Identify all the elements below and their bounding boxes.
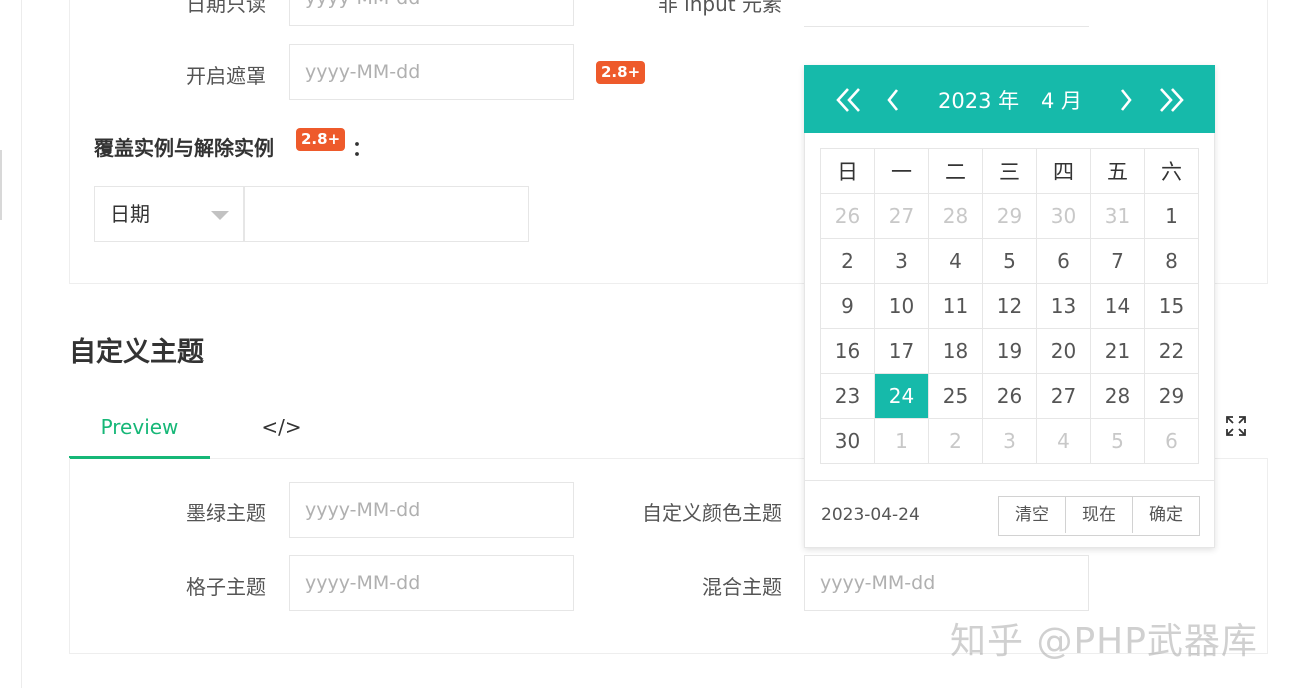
now-button[interactable]: 现在 bbox=[1065, 497, 1132, 533]
tab-code[interactable]: </> bbox=[239, 400, 324, 456]
day-cell[interactable]: 5 bbox=[1090, 418, 1145, 464]
clear-button[interactable]: 清空 bbox=[999, 497, 1065, 533]
day-cell[interactable]: 3 bbox=[874, 238, 929, 284]
next-month-icon[interactable] bbox=[1115, 65, 1135, 133]
day-cell-selected[interactable]: 24 bbox=[874, 373, 929, 419]
day-cell[interactable]: 1 bbox=[1144, 193, 1199, 239]
day-cell[interactable]: 4 bbox=[1036, 418, 1091, 464]
day-cell[interactable]: 19 bbox=[982, 328, 1037, 374]
green-theme-input[interactable]: yyyy-MM-dd bbox=[289, 482, 574, 538]
footer-button-group: 清空 现在 确定 bbox=[998, 496, 1200, 536]
week-row: 2 3 4 5 6 7 8 bbox=[820, 238, 1199, 284]
day-cell[interactable]: 16 bbox=[820, 328, 875, 374]
calendar-grid: 日 一 二 三 四 五 六 26 27 28 29 30 31 1 2 3 4 … bbox=[820, 148, 1199, 464]
day-cell[interactable]: 25 bbox=[928, 373, 983, 419]
readonly-date-input[interactable]: yyyy-MM-dd bbox=[289, 0, 574, 26]
weekday-sun: 日 bbox=[820, 148, 875, 194]
fullscreen-icon[interactable] bbox=[1225, 415, 1247, 437]
day-cell[interactable]: 21 bbox=[1090, 328, 1145, 374]
label-grid-theme: 格子主题 bbox=[186, 575, 266, 599]
non-input-underline[interactable] bbox=[804, 26, 1089, 27]
day-cell[interactable]: 2 bbox=[820, 238, 875, 284]
day-cell[interactable]: 29 bbox=[1144, 373, 1199, 419]
weekday-tue: 二 bbox=[928, 148, 983, 194]
day-cell[interactable]: 6 bbox=[1036, 238, 1091, 284]
confirm-button[interactable]: 确定 bbox=[1132, 497, 1199, 533]
day-cell[interactable]: 23 bbox=[820, 373, 875, 419]
weekday-mon: 一 bbox=[874, 148, 929, 194]
day-cell[interactable]: 15 bbox=[1144, 283, 1199, 329]
day-cell[interactable]: 9 bbox=[820, 283, 875, 329]
label-mixed-theme: 混合主题 bbox=[702, 575, 782, 599]
label-mask: 开启遮罩 bbox=[186, 64, 266, 88]
day-cell[interactable]: 14 bbox=[1090, 283, 1145, 329]
day-cell[interactable]: 18 bbox=[928, 328, 983, 374]
day-cell[interactable]: 20 bbox=[1036, 328, 1091, 374]
day-cell[interactable]: 31 bbox=[1090, 193, 1145, 239]
scroll-edge-mark bbox=[0, 150, 2, 220]
date-picker-header: 2023 年 4 月 bbox=[804, 65, 1215, 133]
page-left-border bbox=[21, 0, 22, 688]
grid-theme-input[interactable]: yyyy-MM-dd bbox=[289, 555, 574, 611]
cover-section-title: 覆盖实例与解除实例 bbox=[94, 136, 274, 160]
footer-selected-date: 2023-04-24 bbox=[821, 505, 920, 525]
cover-date-input[interactable] bbox=[244, 186, 529, 242]
prev-month-icon[interactable] bbox=[884, 65, 904, 133]
day-cell[interactable]: 28 bbox=[1090, 373, 1145, 419]
weekday-thu: 四 bbox=[1036, 148, 1091, 194]
day-cell[interactable]: 1 bbox=[874, 418, 929, 464]
week-row: 26 27 28 29 30 31 1 bbox=[820, 193, 1199, 239]
label-green-theme: 墨绿主题 bbox=[186, 501, 266, 525]
weekday-row: 日 一 二 三 四 五 六 bbox=[820, 148, 1199, 194]
day-cell[interactable]: 13 bbox=[1036, 283, 1091, 329]
label-custom-color-theme: 自定义颜色主题 bbox=[642, 501, 782, 525]
day-cell[interactable]: 5 bbox=[982, 238, 1037, 284]
weekday-fri: 五 bbox=[1090, 148, 1145, 194]
day-cell[interactable]: 4 bbox=[928, 238, 983, 284]
day-cell[interactable]: 26 bbox=[982, 373, 1037, 419]
day-cell[interactable]: 29 bbox=[982, 193, 1037, 239]
day-cell[interactable]: 17 bbox=[874, 328, 929, 374]
day-cell[interactable]: 27 bbox=[1036, 373, 1091, 419]
weekday-sat: 六 bbox=[1144, 148, 1199, 194]
day-cell[interactable]: 7 bbox=[1090, 238, 1145, 284]
month-label[interactable]: 4 月 bbox=[1041, 65, 1082, 133]
custom-theme-heading: 自定义主题 bbox=[69, 337, 204, 368]
label-non-input: 非 input 元素 bbox=[657, 0, 782, 16]
date-picker-footer: 2023-04-24 清空 现在 确定 bbox=[805, 480, 1214, 549]
cover-colon: ： bbox=[352, 136, 372, 160]
tab-preview[interactable]: Preview bbox=[69, 400, 210, 459]
day-cell[interactable]: 3 bbox=[982, 418, 1037, 464]
day-cell[interactable]: 6 bbox=[1144, 418, 1199, 464]
weekday-wed: 三 bbox=[982, 148, 1037, 194]
week-row: 16 17 18 19 20 21 22 bbox=[820, 328, 1199, 374]
week-row: 30 1 2 3 4 5 6 bbox=[820, 418, 1199, 464]
watermark: 知乎 @PHP武器库 bbox=[950, 621, 1258, 662]
day-cell[interactable]: 27 bbox=[874, 193, 929, 239]
day-cell[interactable]: 2 bbox=[928, 418, 983, 464]
label-readonly: 日期只读 bbox=[186, 0, 266, 16]
type-select[interactable]: 日期 bbox=[94, 186, 244, 242]
prev-year-icon[interactable] bbox=[834, 65, 864, 133]
day-cell[interactable]: 8 bbox=[1144, 238, 1199, 284]
day-cell[interactable]: 22 bbox=[1144, 328, 1199, 374]
mask-date-input[interactable]: yyyy-MM-dd bbox=[289, 44, 574, 100]
year-label[interactable]: 2023 年 bbox=[938, 65, 1019, 133]
week-row: 23 24 25 26 27 28 29 bbox=[820, 373, 1199, 419]
week-row: 9 10 11 12 13 14 15 bbox=[820, 283, 1199, 329]
mixed-theme-input[interactable]: yyyy-MM-dd bbox=[804, 555, 1089, 611]
next-year-icon[interactable] bbox=[1156, 65, 1186, 133]
day-cell[interactable]: 30 bbox=[1036, 193, 1091, 239]
version-badge: 2.8+ bbox=[596, 61, 646, 84]
date-picker-panel: 2023 年 4 月 日 一 二 三 四 五 六 26 27 28 29 30 … bbox=[804, 65, 1215, 548]
day-cell[interactable]: 30 bbox=[820, 418, 875, 464]
day-cell[interactable]: 12 bbox=[982, 283, 1037, 329]
day-cell[interactable]: 11 bbox=[928, 283, 983, 329]
version-badge: 2.8+ bbox=[296, 128, 346, 151]
caret-down-icon bbox=[211, 211, 229, 220]
day-cell[interactable]: 28 bbox=[928, 193, 983, 239]
day-cell[interactable]: 10 bbox=[874, 283, 929, 329]
day-cell[interactable]: 26 bbox=[820, 193, 875, 239]
